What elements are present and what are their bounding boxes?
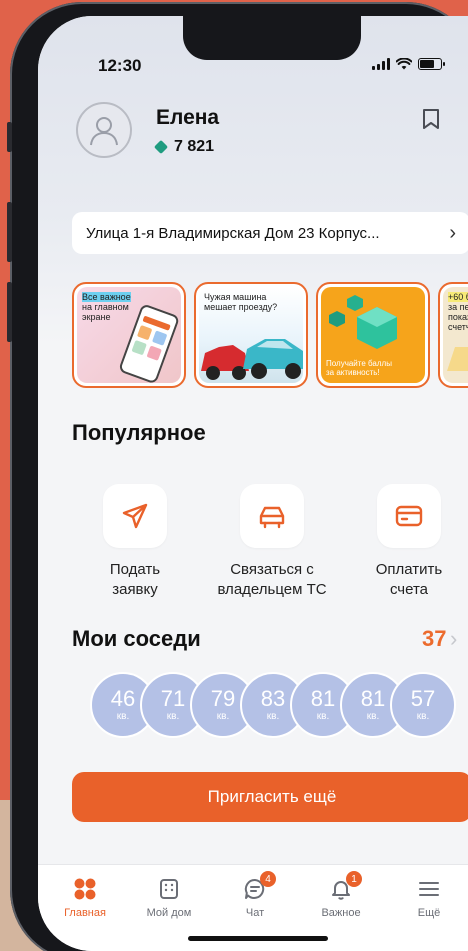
tab-label: Главная [64,907,106,919]
apartment-suffix: кв. [416,711,430,722]
tab-label: Важное [321,907,361,919]
tab-label: Ещё [417,907,441,919]
apartment-suffix: кв. [116,711,130,722]
tab-more[interactable]: Ещё [394,877,464,919]
submit-request-button[interactable] [103,484,167,548]
tab-label: Чат [245,907,265,919]
mute-switch [7,122,12,152]
apartment-suffix: кв. [316,711,330,722]
apartment-number: 81 [310,686,336,711]
story-card[interactable]: Чужая машина мешает проезду? [194,282,308,388]
apartment-number: 71 [160,686,186,711]
volume-up-button [7,202,12,262]
important-badge: 1 [346,871,362,887]
tab-home[interactable]: Главная [50,877,120,919]
tab-label: Мой дом [146,907,192,919]
phone-frame: 12:30 Елена 7 821 Улица 1-я Владимирская… [7,2,468,951]
car-icon [259,506,285,529]
apartment-suffix: кв. [216,711,230,722]
action-label: Подать [109,561,161,578]
cars-illustration [201,339,303,380]
pay-bills-action[interactable]: Оплатить счета [346,484,468,600]
status-icons [372,58,445,70]
action-label: владельцем ТС [217,581,327,598]
user-icon [90,117,118,146]
pay-bills-button[interactable] [377,484,441,548]
apartment-suffix: кв. [266,711,280,722]
action-label: Оплатить [375,561,443,578]
neighbors-count[interactable]: 37 [422,626,446,652]
stories-carousel[interactable]: Все важное на главном экране Чужая машин… [72,282,468,388]
tab-important[interactable]: 1 Важное [306,871,376,919]
invite-button[interactable]: Пригласить ещё [72,772,468,822]
neighbor-apartments[interactable]: 46 кв. 71 кв. 79 кв. 83 кв. 81 кв. 81 кв… [90,672,456,738]
paper-plane-icon [122,503,148,529]
address-selector[interactable]: Улица 1-я Владимирская Дом 23 Корпус... … [72,212,468,254]
chat-badge: 4 [260,871,276,887]
apartment-suffix: кв. [166,711,180,722]
apartment-bubble[interactable]: 57 кв. [390,672,456,738]
lamp-illustration [447,347,468,371]
contact-car-owner-action[interactable]: Связаться с владельцем ТС [209,484,335,600]
points-value: 7 821 [174,138,215,155]
action-label: счета [389,581,429,598]
apartment-number: 46 [110,686,136,711]
submit-request-action[interactable]: Подать заявку [72,484,198,600]
menu-icon [419,882,439,896]
apartment-number: 81 [360,686,386,711]
story-card[interactable]: Все важное на главном экране [72,282,186,388]
neighbors-title[interactable]: Мои соседи [72,626,201,652]
apartment-number: 83 [260,686,286,711]
apartment-number: 57 [410,686,436,711]
apartment-suffix: кв. [366,711,380,722]
avatar[interactable] [76,102,132,158]
story-text-line: Получайте баллы [326,359,392,368]
quick-actions: Подать заявку Связаться с владельцем ТС [72,484,468,600]
tab-my-home[interactable]: Мой дом [134,877,204,919]
phone-illustration [119,305,179,383]
battery-icon [418,58,445,70]
action-label: заявку [112,581,158,598]
card-icon [395,505,423,527]
signal-icon [372,58,390,70]
home-indicator [188,936,328,941]
app-screen: 12:30 Елена 7 821 Улица 1-я Владимирская… [38,16,468,951]
notch [183,16,361,60]
popular-title: Популярное [72,420,206,445]
wifi-icon [396,58,412,70]
status-time: 12:30 [98,56,142,75]
action-label: Связаться с [230,561,314,578]
address-text: Улица 1-я Владимирская Дом 23 Корпус... [86,224,380,242]
chevron-right-icon: › [449,221,456,244]
story-text-line: за активность! [326,368,380,377]
volume-down-button [7,282,12,342]
user-name: Елена [156,106,220,129]
points-balance[interactable]: 7 821 [153,138,215,156]
story-card[interactable]: +60 б за пер показ счетч [438,282,468,388]
story-card[interactable]: Получайте баллы за активность! [316,282,430,388]
apartment-number: 79 [210,686,236,711]
building-icon [160,879,178,899]
contact-car-owner-button[interactable] [240,484,304,548]
gem-icon [153,139,169,155]
tab-chat[interactable]: 4 Чат [220,871,290,919]
grid-icon [74,878,96,900]
chevron-right-icon[interactable]: › [450,626,457,652]
bookmark-icon[interactable] [422,108,440,135]
